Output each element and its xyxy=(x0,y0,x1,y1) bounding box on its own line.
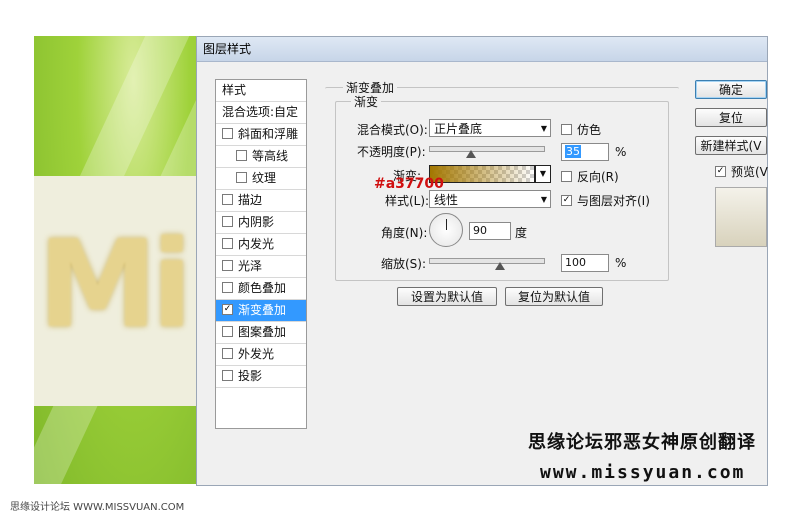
styles-list-item-label: 描边 xyxy=(238,193,263,207)
dither-checkbox[interactable]: 仿色 xyxy=(561,121,601,138)
scale-value: 100 xyxy=(565,256,586,269)
new-style-button[interactable]: 新建样式(V xyxy=(695,136,767,155)
preview-label: 预览(V xyxy=(731,165,768,179)
styles-list-item-label: 光泽 xyxy=(238,259,263,273)
chevron-down-icon: ▼ xyxy=(539,169,547,178)
align-label: 与图层对齐(I) xyxy=(577,194,650,208)
styles-list-item-label: 内发光 xyxy=(238,237,275,251)
styles-list: 样式混合选项:自定斜面和浮雕等高线纹理描边内阴影内发光光泽颜色叠加 ✓ 渐变叠加图案… xyxy=(215,79,307,429)
angle-needle xyxy=(446,219,447,230)
opacity-value: 35 xyxy=(565,145,581,158)
checkbox-icon[interactable] xyxy=(222,194,233,205)
color-annotation: #a37700 xyxy=(374,176,444,192)
blend-mode-label: 混合模式(O): xyxy=(357,123,428,137)
reverse-label: 反向(R) xyxy=(577,170,619,184)
styles-list-item-label: 等高线 xyxy=(252,149,289,163)
styles-list-item[interactable]: 斜面和浮雕 xyxy=(216,124,306,146)
checkbox-icon[interactable] xyxy=(222,370,233,381)
checkbox-icon[interactable] xyxy=(222,238,233,249)
canvas-blurred-letters: Mi xyxy=(38,216,193,355)
checkbox-icon: ✓ xyxy=(561,195,572,206)
styles-list-item[interactable]: 颜色叠加 xyxy=(216,278,306,300)
styles-list-item[interactable]: 投影 xyxy=(216,366,306,388)
checkbox-icon[interactable] xyxy=(236,150,247,161)
style-value: 线性 xyxy=(434,193,459,207)
styles-list-item[interactable]: 等高线 xyxy=(216,146,306,168)
footer-credit: 思缘设计论坛 WWW.MISSVUAN.COM xyxy=(10,502,185,513)
layer-style-dialog: 图层样式 样式混合选项:自定斜面和浮雕等高线纹理描边内阴影内发光光泽颜色叠加 ✓ 渐… xyxy=(196,36,768,486)
styles-list-item[interactable]: 混合选项:自定 xyxy=(216,102,306,124)
angle-unit: 度 xyxy=(515,226,528,240)
dither-label: 仿色 xyxy=(577,123,602,137)
styles-list-item[interactable]: 内阴影 xyxy=(216,212,306,234)
checkbox-icon[interactable] xyxy=(222,326,233,337)
styles-list-item[interactable]: 外发光 xyxy=(216,344,306,366)
reset-default-button[interactable]: 复位为默认值 xyxy=(505,287,603,306)
styles-list-item[interactable]: ✓ 渐变叠加 xyxy=(216,300,306,322)
style-preview-swatch xyxy=(715,187,767,247)
scale-label: 缩放(S): xyxy=(381,257,427,271)
watermark-cn: 思缘论坛邪恶女神原创翻译 xyxy=(528,432,756,453)
checkbox-icon[interactable] xyxy=(222,348,233,359)
gradient-dropdown-button[interactable]: ▼ xyxy=(535,165,551,183)
styles-list-item-label: 纹理 xyxy=(252,171,277,185)
opacity-input[interactable]: 35 xyxy=(561,143,609,161)
ok-button[interactable]: 确定 xyxy=(695,80,767,99)
preview-checkbox[interactable]: ✓ 预览(V xyxy=(715,163,768,180)
angle-dial[interactable] xyxy=(429,213,463,247)
dialog-title: 图层样式 xyxy=(197,37,767,62)
styles-list-item-label: 斜面和浮雕 xyxy=(238,127,299,141)
checkbox-icon[interactable] xyxy=(222,128,233,139)
checkbox-icon[interactable] xyxy=(222,260,233,271)
canvas-preview-background: Mi xyxy=(34,36,200,484)
styles-list-item-label: 渐变叠加 xyxy=(238,303,287,317)
angle-input[interactable]: 90 xyxy=(469,222,511,240)
gradient-sub-title: 渐变 xyxy=(351,93,382,110)
scale-unit: % xyxy=(615,256,627,270)
blend-mode-select[interactable]: 正片叠底 ▼ xyxy=(429,119,551,137)
scale-slider-thumb[interactable] xyxy=(495,262,505,270)
checkbox-icon: ✓ xyxy=(715,166,726,177)
checkbox-icon[interactable] xyxy=(222,282,233,293)
styles-list-item-label: 样式 xyxy=(222,83,247,97)
styles-list-item[interactable]: 描边 xyxy=(216,190,306,212)
gradient-picker[interactable] xyxy=(429,165,535,183)
angle-value: 90 xyxy=(473,224,487,237)
opacity-slider-thumb[interactable] xyxy=(466,150,476,158)
watermark-url: www.missyuan.com xyxy=(540,462,746,483)
chevron-down-icon: ▼ xyxy=(540,124,547,133)
style-select[interactable]: 线性 ▼ xyxy=(429,190,551,208)
chevron-down-icon: ▼ xyxy=(540,195,547,204)
angle-label: 角度(N): xyxy=(381,226,428,240)
scale-input[interactable]: 100 xyxy=(561,254,609,272)
checkbox-icon[interactable] xyxy=(236,172,247,183)
styles-list-item-label: 混合选项:自定 xyxy=(222,105,299,119)
opacity-slider[interactable] xyxy=(429,146,545,152)
align-checkbox[interactable]: ✓ 与图层对齐(I) xyxy=(561,192,650,209)
checkbox-icon[interactable]: ✓ xyxy=(222,304,233,315)
styles-list-item-label: 内阴影 xyxy=(238,215,275,229)
checkbox-icon xyxy=(561,124,572,135)
styles-list-item-label: 外发光 xyxy=(238,347,275,361)
styles-list-item[interactable]: 图案叠加 xyxy=(216,322,306,344)
styles-list-item-label: 颜色叠加 xyxy=(238,281,287,295)
checkbox-icon[interactable] xyxy=(222,216,233,227)
styles-list-item-label: 图案叠加 xyxy=(238,325,287,339)
reverse-checkbox[interactable]: 反向(R) xyxy=(561,168,619,185)
opacity-label: 不透明度(P): xyxy=(357,145,426,159)
styles-list-item[interactable]: 样式 xyxy=(216,80,306,102)
styles-list-item-label: 投影 xyxy=(238,369,263,383)
opacity-unit: % xyxy=(615,145,627,159)
make-default-button[interactable]: 设置为默认值 xyxy=(397,287,497,306)
scale-slider[interactable] xyxy=(429,258,545,264)
styles-list-item[interactable]: 纹理 xyxy=(216,168,306,190)
styles-list-item[interactable]: 内发光 xyxy=(216,234,306,256)
blend-mode-value: 正片叠底 xyxy=(434,122,483,136)
style-label: 样式(L): xyxy=(385,194,430,208)
checkbox-icon xyxy=(561,171,572,182)
reset-button[interactable]: 复位 xyxy=(695,108,767,127)
styles-list-item[interactable]: 光泽 xyxy=(216,256,306,278)
